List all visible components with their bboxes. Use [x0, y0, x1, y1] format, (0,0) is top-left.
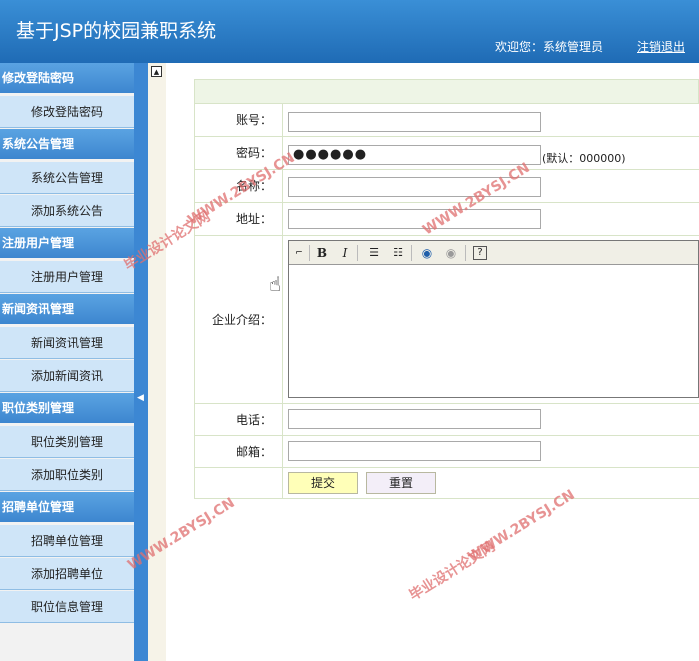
hand-cursor-icon: ☝ — [269, 272, 282, 296]
actions-label-cell — [194, 468, 283, 498]
menu-group-password[interactable]: 修改登陆密码 — [0, 63, 134, 93]
toolbar-separator — [357, 245, 358, 261]
italic-button[interactable]: I — [337, 245, 353, 261]
email-input[interactable] — [288, 441, 541, 461]
account-label: 账号： — [194, 104, 283, 136]
unordered-list-icon[interactable]: ☷ — [390, 245, 406, 261]
sidebar-item-news-manage[interactable]: 新闻资讯管理 — [0, 327, 134, 359]
sidebar-item-notice-manage[interactable]: 系统公告管理 — [0, 162, 134, 194]
sidebar-item-employer-add[interactable]: 添加招聘单位 — [0, 558, 134, 590]
toolbar-separator — [411, 245, 412, 261]
sidebar-item-change-password[interactable]: 修改登陆密码 — [0, 96, 134, 128]
sidebar-item-news-add[interactable]: 添加新闻资讯 — [0, 360, 134, 392]
rich-text-editor[interactable]: ⌐ B I ☰ ☷ ◉ ◉ ? — [288, 240, 699, 398]
row-actions — [194, 468, 699, 499]
sidebar-item-user-manage[interactable]: 注册用户管理 — [0, 261, 134, 293]
unlink-globe-icon[interactable]: ◉ — [443, 245, 459, 261]
app-title: 基于JSP的校园兼职系统 — [16, 20, 217, 42]
account-input[interactable] — [288, 112, 541, 132]
menu-group-notices[interactable]: 系统公告管理 — [0, 129, 134, 159]
logout-link[interactable]: 注销退出 — [637, 38, 685, 55]
sidebar-item-employer-manage[interactable]: 招聘单位管理 — [0, 525, 134, 557]
form-header — [194, 79, 699, 104]
menu-group-job-categories[interactable]: 职位类别管理 — [0, 393, 134, 423]
ordered-list-icon[interactable]: ☰ — [366, 245, 382, 261]
password-hint: (默认：000000) — [542, 152, 626, 165]
reset-button[interactable]: 重置 — [366, 472, 436, 494]
phone-label: 电话： — [194, 404, 283, 435]
menu-group-users[interactable]: 注册用户管理 — [0, 228, 134, 258]
welcome-text: 欢迎您：系统管理员 — [495, 40, 604, 54]
phone-input[interactable] — [288, 409, 541, 429]
sidebar-item-category-manage[interactable]: 职位类别管理 — [0, 426, 134, 458]
collapse-up-icon[interactable]: ▲ — [151, 66, 162, 77]
sidebar-item-job-manage[interactable]: 职位信息管理 — [0, 591, 134, 623]
menu-group-employers[interactable]: 招聘单位管理 — [0, 492, 134, 522]
toolbar-separator — [309, 245, 310, 261]
collapse-left-icon[interactable]: ◀ — [137, 393, 144, 403]
sidebar-item-category-add[interactable]: 添加职位类别 — [0, 459, 134, 491]
content-gutter — [148, 63, 166, 661]
toolbar-separator — [465, 245, 466, 261]
intro-label: 企业介绍： — [194, 236, 283, 403]
password-input[interactable]: ●●●●●● — [288, 145, 541, 165]
toolbar-grip-icon: ⌐ — [295, 248, 303, 258]
bold-button[interactable]: B — [314, 245, 330, 261]
help-button[interactable]: ? — [473, 246, 487, 260]
submit-button[interactable]: 提交 — [288, 472, 358, 494]
sidebar-item-notice-add[interactable]: 添加系统公告 — [0, 195, 134, 227]
link-globe-icon[interactable]: ◉ — [419, 245, 435, 261]
header-bar: 基于JSP的校园兼职系统 欢迎您：系统管理员 注销退出 — [0, 0, 699, 63]
email-label: 邮箱： — [194, 436, 283, 467]
menu-group-news[interactable]: 新闻资讯管理 — [0, 294, 134, 324]
address-input[interactable] — [288, 209, 541, 229]
editor-toolbar: ⌐ B I ☰ ☷ ◉ ◉ ? — [289, 241, 698, 265]
